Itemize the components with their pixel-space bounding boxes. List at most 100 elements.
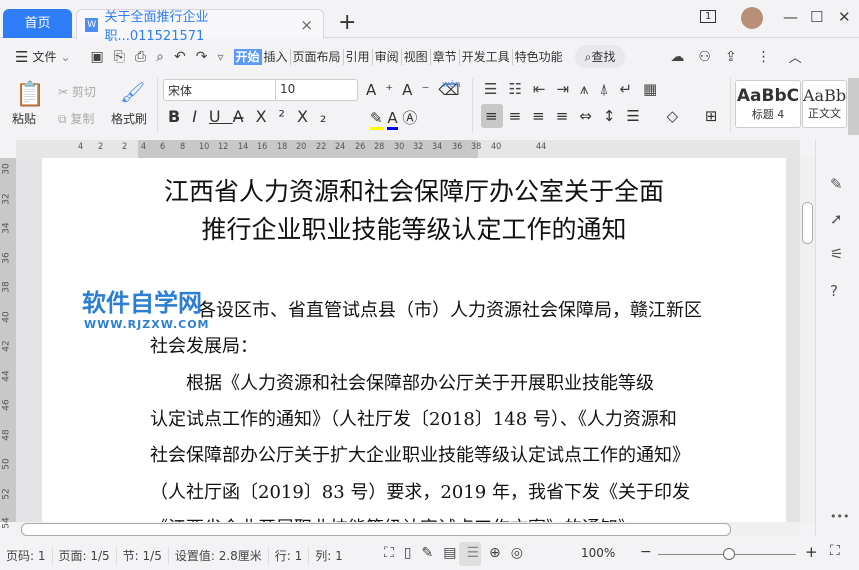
more-icon[interactable]: ⋮	[757, 49, 771, 65]
zoom-out-button[interactable]: −	[640, 544, 652, 560]
menu-icon[interactable]: ☰	[15, 48, 28, 66]
ruler-tick: 36	[452, 142, 463, 152]
close-tab-icon[interactable]: ×	[300, 16, 313, 34]
tab-review[interactable]: 审阅	[373, 48, 402, 65]
avatar[interactable]	[741, 7, 763, 29]
document-line: 根据《人力资源和社会保障部办公厅关于开展职业技能等级	[150, 372, 654, 394]
minimize-button[interactable]: —	[783, 8, 798, 26]
chevron-down-icon: ⌄	[60, 49, 71, 64]
file-menu[interactable]: 文件	[32, 48, 56, 65]
font-name-field[interactable]: 宋体	[164, 80, 276, 100]
style-body[interactable]: AaBb 正文文	[802, 80, 847, 128]
document-title-line: 江西省人力资源和社会保障厅办公室关于全面	[163, 177, 664, 206]
ruler-tick: 26	[355, 142, 366, 152]
ruler-tick: 32	[1, 192, 12, 205]
maximize-button[interactable]: ☐	[810, 8, 823, 26]
ruler-tick: 28	[374, 142, 385, 152]
ruler-tick: 34	[432, 142, 443, 152]
document-line: 社会发展局：	[150, 336, 258, 358]
document-line: 各设区市、省直管试点县（市）人力资源社会保障局，赣江新区	[198, 300, 702, 321]
tab-insert[interactable]: 插入	[262, 48, 291, 65]
font-selector[interactable]: 宋体 10	[163, 79, 358, 101]
tab-view[interactable]: 视图	[402, 48, 431, 65]
page-number[interactable]: 页码: 1	[0, 546, 53, 564]
ruler-tick: 30	[394, 142, 405, 152]
ruler-tick: 4	[78, 142, 84, 152]
ruler-tick: 38	[1, 281, 12, 293]
copy-button[interactable]: ⧉ 复制	[58, 110, 94, 127]
document-line: 认定试点工作的通知》（人社厅发〔2018〕148 号）、《人力资源和	[150, 408, 677, 430]
row-number: 行: 1	[269, 546, 310, 564]
document-tab-title: 关于全面推行企业职...011521571	[104, 9, 209, 44]
pinyin-icon[interactable]: wén	[442, 80, 461, 90]
paste-icon[interactable]: 📋	[15, 80, 45, 108]
vertical-ruler[interactable]: 30 32 34 36 38 40 42 44 46 48 50 52 54	[0, 158, 16, 529]
document-tab[interactable]: W 关于全面推行企业职...011521571 ×	[76, 9, 324, 44]
style-heading4[interactable]: AaBbC 标题 4	[735, 80, 801, 128]
tab-references[interactable]: 引用	[344, 48, 373, 65]
collapse-ribbon-icon[interactable]: ︿	[789, 47, 802, 66]
zoom-in-button[interactable]: +	[805, 543, 818, 561]
styles-scroll[interactable]	[848, 78, 859, 135]
ruler-tick: 4	[141, 142, 147, 152]
tab-start[interactable]: 开始	[233, 48, 262, 65]
tab-page-layout[interactable]: 页面布局	[291, 48, 344, 65]
more-options-icon[interactable]: •••	[830, 510, 849, 523]
text-format-icons[interactable]: BIUA̶X²X₂	[168, 107, 338, 126]
window-count-badge[interactable]: 1	[700, 10, 717, 23]
horizontal-scroll-thumb[interactable]	[21, 523, 731, 536]
ruler-tick: 22	[316, 142, 327, 152]
horizontal-ruler[interactable]: 4 2 2 4 6 8 10 12 14 16 18 20 22 24 26 28 30 32 34 36 38 40 44	[16, 140, 800, 158]
document-page[interactable]: 江西省人力资源和社会保障厅办公室关于全面 推行企业职业技能等级认定工作的通知 各…	[42, 158, 786, 522]
tab-features[interactable]: 特色功能	[513, 49, 565, 65]
ruler-tick: 8	[180, 142, 186, 152]
quick-access-icons[interactable]: ▣⎘⎙⌕↶↷	[91, 49, 218, 65]
ruler-tick: 16	[257, 142, 268, 152]
cloud-share-icons[interactable]: ☁⚇⇪	[670, 49, 750, 65]
ruler-tick: 36	[1, 251, 12, 264]
align-icons[interactable]: ≡≡≡≡⇔↕☰ ◇ ⊞	[485, 107, 729, 125]
home-tab[interactable]: 首页	[3, 9, 72, 38]
horizontal-scrollbar[interactable]	[16, 522, 800, 537]
ruler-tick: 32	[413, 142, 424, 152]
document-line: 社会保障部办公厅关于扩大企业职业技能等级认定试点工作的通知》	[150, 445, 690, 467]
format-painter-icon[interactable]: 🖌	[120, 80, 145, 104]
paste-button[interactable]: 粘贴	[12, 110, 36, 127]
new-tab-button[interactable]: +	[338, 10, 356, 35]
ruler-tick: 2	[122, 142, 128, 152]
page-view-button[interactable]	[459, 542, 481, 566]
close-window-button[interactable]: ✕	[838, 8, 851, 26]
highlight-icon[interactable]: ✎ A Ⓐ	[370, 107, 417, 130]
paragraph-icons[interactable]: ☰☷⇤⇥⩚⍋↵▦	[484, 80, 668, 98]
settings-sliders-icon[interactable]: ⚟	[830, 245, 843, 263]
section-count[interactable]: 节: 1/5	[117, 546, 169, 564]
customize-icon[interactable]: ▿	[217, 50, 223, 64]
setting-value[interactable]: 设置值: 2.8厘米	[169, 546, 269, 564]
menu-row: ☰ 文件 ⌄ ▣⎘⎙⌕↶↷ ▿ 开始 插入 页面布局 引用 审阅 视图 章节 开…	[0, 40, 859, 73]
ruler-tick: 12	[218, 142, 229, 152]
format-painter-button[interactable]: 格式刷	[111, 110, 147, 127]
ruler-tick: 18	[277, 142, 288, 152]
ruler-tick: 44	[536, 142, 547, 152]
zoom-level[interactable]: 100%	[581, 546, 615, 560]
ruler-tick: 52	[1, 487, 12, 500]
ruler-tick: 48	[1, 428, 12, 441]
document-area: 江西省人力资源和社会保障厅办公室关于全面 推行企业职业技能等级认定工作的通知 各…	[16, 158, 800, 522]
tab-section[interactable]: 章节	[431, 48, 460, 65]
edit-icon[interactable]: ✎	[830, 175, 843, 193]
help-icon[interactable]: ?	[830, 282, 838, 300]
fit-window-icon[interactable]: ⛶	[830, 543, 840, 559]
ruler-tick: 46	[1, 399, 12, 411]
select-cursor-icon[interactable]: ➚	[830, 210, 843, 228]
cut-button[interactable]: ✂ 剪切	[58, 83, 96, 100]
scroll-thumb[interactable]	[802, 202, 813, 244]
ruler-tick: 6	[160, 142, 166, 152]
vertical-scrollbar[interactable]	[800, 158, 815, 522]
ruler-tick: 30	[1, 163, 12, 175]
tab-developer[interactable]: 开发工具	[460, 48, 513, 65]
search-button[interactable]: ⌕查找	[574, 45, 626, 68]
zoom-slider-thumb[interactable]	[723, 548, 735, 560]
page-count[interactable]: 页面: 1/5	[53, 546, 117, 564]
ruler-tick: 20	[296, 142, 307, 152]
font-size-field[interactable]: 10	[276, 80, 299, 100]
